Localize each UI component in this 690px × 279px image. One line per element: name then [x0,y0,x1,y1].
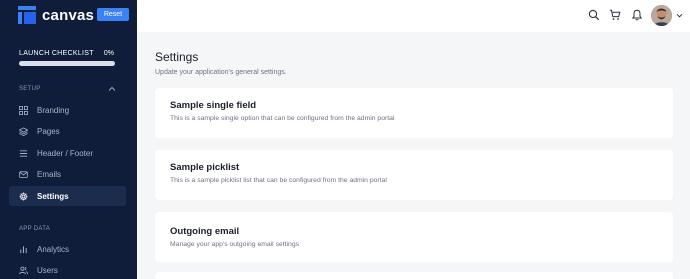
card-description: This is a sample single option that can … [170,115,395,122]
sidebar-item-users[interactable]: Users [9,260,126,279]
section-label-app-data: APP DATA [19,226,51,232]
page-title: Settings [155,50,199,64]
launch-checklist-progress [19,61,115,66]
launch-checklist-title[interactable]: LAUNCH CHECKLIST [19,50,94,57]
launch-checklist-percent: 0% [103,50,114,57]
settings-card-outgoing-email[interactable]: Outgoing email Manage your app's outgoin… [155,212,673,262]
menu-icon [19,149,28,157]
sidebar-item-label: Users [37,265,58,275]
layers-icon [19,126,28,136]
bar-chart-icon [20,245,27,253]
sidebar-item-header-footer[interactable]: Header / Footer [9,143,126,163]
card-description: This is a sample picklist list that can … [170,177,387,184]
section-label-setup: SETUP [19,86,41,92]
user-avatar[interactable] [651,5,672,26]
brand-name: canvas [42,6,95,24]
settings-card-partial[interactable] [155,272,673,279]
gear-icon [19,192,28,200]
canvas-logo-icon [18,6,36,24]
avatar-photo-icon [651,5,672,26]
page-subtitle: Update your application's general settin… [155,69,287,76]
sidebar-item-pages[interactable]: Pages [9,121,126,141]
cart-icon[interactable] [609,9,621,21]
card-description: Manage your app's outgoing email setting… [170,241,300,248]
sidebar-item-branding[interactable]: Branding [9,100,126,120]
sidebar-item-label: Branding [37,105,70,115]
search-icon[interactable] [588,9,600,21]
grid-icon [19,105,28,115]
chevron-up-icon[interactable] [107,84,117,94]
sidebar-item-emails[interactable]: Emails [9,164,126,184]
bell-icon[interactable] [631,9,643,21]
settings-card-sample-single-field[interactable]: Sample single field This is a sample sin… [155,88,673,138]
sidebar-item-label: Emails [37,169,62,179]
brand-logo[interactable]: canvas [18,6,94,24]
sidebar-item-analytics[interactable]: Analytics [9,239,126,259]
card-title: Outgoing email [170,226,240,237]
users-icon [19,266,28,274]
settings-card-sample-picklist[interactable]: Sample picklist This is a sample picklis… [155,150,673,200]
chevron-down-icon[interactable] [676,12,683,19]
sidebar: canvas Reset LAUNCH CHECKLIST 0% SETUP B… [0,0,137,279]
card-title: Sample single field [170,100,257,111]
card-title: Sample picklist [170,162,240,173]
sidebar-item-label: Analytics [37,244,70,254]
sidebar-item-label: Settings [37,191,69,201]
sidebar-item-label: Pages [37,126,60,136]
sidebar-item-settings[interactable]: Settings [9,186,126,206]
mail-icon [19,170,28,178]
top-bar [137,0,690,32]
reset-button[interactable]: Reset [97,8,129,21]
sidebar-item-label: Header / Footer [37,148,94,158]
